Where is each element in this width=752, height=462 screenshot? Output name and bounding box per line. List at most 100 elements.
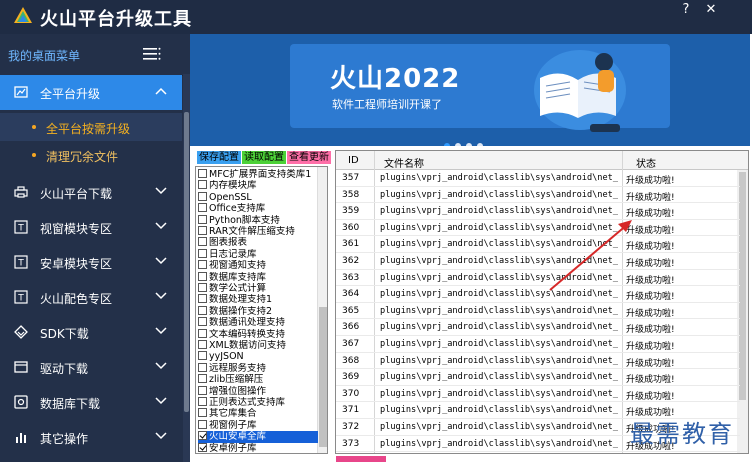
checkbox[interactable] xyxy=(198,362,207,372)
checkbox[interactable] xyxy=(198,237,207,247)
checklist-item[interactable]: 数据通讯处理支持 xyxy=(198,317,318,329)
checkbox[interactable] xyxy=(198,328,207,338)
checklist-item[interactable]: 数据库支持库 xyxy=(198,271,318,284)
checkbox[interactable] xyxy=(198,408,207,418)
sidebar-item-platform-download[interactable]: 火山平台下载 xyxy=(0,175,182,210)
sidebar-scroll-thumb[interactable] xyxy=(184,112,189,412)
table-row[interactable]: 366 plugins\vprj_android\classlib\sys\and… xyxy=(336,319,740,336)
checklist-item[interactable]: 图表报表 xyxy=(198,237,318,249)
table-row[interactable]: 363 plugins\vprj_android\classlib\sys\and… xyxy=(336,270,740,287)
sidebar-item-color-schemes[interactable]: T 火山配色专区 xyxy=(0,280,182,315)
carousel-dot[interactable] xyxy=(444,143,450,146)
table-row[interactable]: 362 plugins\vprj_android\classlib\sys\and… xyxy=(336,253,740,270)
sidebar-sub-item-clean-files[interactable]: 清理冗余文件 xyxy=(0,141,182,169)
checklist-item-label: 其它库集合 xyxy=(209,408,257,420)
checkbox[interactable] xyxy=(198,419,207,429)
checklist-item[interactable]: OpenSSL xyxy=(198,191,318,204)
checklist-item[interactable]: 数据操作支持2 xyxy=(198,305,318,318)
checkbox[interactable] xyxy=(198,294,207,304)
table-row[interactable]: 357 plugins\vprj_android\classlib\sys\and… xyxy=(336,170,740,187)
checklist-item[interactable]: XML数据访问支持 xyxy=(198,340,318,352)
checklist-scroll-thumb[interactable] xyxy=(319,307,327,447)
cell-file: plugins\vprj_android\classlib\sys\androi… xyxy=(380,289,618,300)
checkbox[interactable] xyxy=(198,260,207,270)
checklist-scrollbar[interactable] xyxy=(317,167,327,453)
checklist-item[interactable]: 安卓例子库 xyxy=(198,442,318,453)
table-row[interactable]: 368 plugins\vprj_android\classlib\sys\and… xyxy=(336,353,740,370)
column-header-file[interactable]: 文件名称 xyxy=(384,155,424,170)
load-config-button[interactable]: 读取配置 xyxy=(242,151,286,164)
checkbox[interactable] xyxy=(198,340,207,349)
sidebar-item-label: 全平台升级 xyxy=(40,87,101,101)
table-row[interactable]: 364 plugins\vprj_android\classlib\sys\and… xyxy=(336,286,740,303)
table-row[interactable]: 369 plugins\vprj_android\classlib\sys\and… xyxy=(336,369,740,386)
sidebar-item-driver-download[interactable]: 驱动下载 xyxy=(0,350,182,385)
check-update-button[interactable]: 查看更新 xyxy=(287,151,331,164)
checkbox[interactable] xyxy=(198,374,207,384)
save-config-button[interactable]: 保存配置 xyxy=(197,151,241,164)
checklist-item[interactable]: 远程服务支持 xyxy=(198,362,318,375)
checkbox[interactable] xyxy=(198,169,207,178)
checkbox[interactable] xyxy=(198,442,207,452)
column-header-id[interactable]: ID xyxy=(348,155,359,166)
checklist-item-label: zlib压缩解压 xyxy=(209,374,264,386)
checklist-item-label: 文本编码转换支持 xyxy=(209,328,286,340)
checkbox[interactable] xyxy=(198,203,207,213)
checklist-item[interactable]: Office支持库 xyxy=(198,203,318,215)
checklist-item[interactable]: zlib压缩解压 xyxy=(198,374,318,386)
checkbox[interactable] xyxy=(198,305,207,315)
table-row[interactable]: 367 plugins\vprj_android\classlib\sys\and… xyxy=(336,336,740,353)
table-row[interactable]: 370 plugins\vprj_android\classlib\sys\and… xyxy=(336,386,740,403)
checkbox[interactable] xyxy=(198,283,207,292)
checkbox[interactable] xyxy=(198,180,207,190)
checkbox[interactable] xyxy=(198,431,207,441)
column-header-status[interactable]: 状态 xyxy=(636,155,656,170)
checklist-item[interactable]: 视窗例子库 xyxy=(198,419,318,432)
checkbox[interactable] xyxy=(198,214,207,224)
sidebar-item-platform-upgrade[interactable]: 全平台升级 xyxy=(0,75,182,110)
checklist-item[interactable]: yyJSON xyxy=(198,351,318,363)
sidebar-item-windows-modules[interactable]: T 视窗模块专区 xyxy=(0,210,182,245)
sidebar-item-other-operations[interactable]: 其它操作 xyxy=(0,420,182,455)
checklist-item[interactable]: 数学公式计算 xyxy=(198,283,318,295)
checkbox[interactable] xyxy=(198,397,207,406)
checklist-item[interactable]: Python脚本支持 xyxy=(198,214,318,227)
checklist-item[interactable]: 其它库集合 xyxy=(198,408,318,420)
table-row[interactable]: 359 plugins\vprj_android\classlib\sys\and… xyxy=(336,203,740,220)
checkbox[interactable] xyxy=(198,271,207,281)
carousel-dot[interactable] xyxy=(466,143,472,146)
hamburger-icon[interactable] xyxy=(143,46,161,62)
help-button[interactable]: ? xyxy=(675,0,697,20)
checklist-item[interactable]: 正则表达式支持库 xyxy=(198,397,318,409)
table-scroll-thumb[interactable] xyxy=(739,172,746,400)
checkbox[interactable] xyxy=(198,226,207,235)
sidebar-item-database-download[interactable]: 数据库下载 xyxy=(0,385,182,420)
sidebar-item-android-modules[interactable]: T 安卓模块专区 xyxy=(0,245,182,280)
checklist-item[interactable]: 文本编码转换支持 xyxy=(198,328,318,341)
checkbox[interactable] xyxy=(198,248,207,258)
checklist-item[interactable]: 日志记录库 xyxy=(198,248,318,261)
sidebar-scrollbar[interactable] xyxy=(183,74,190,462)
sidebar-sub-item-on-demand-upgrade[interactable]: 全平台按需升级 xyxy=(0,113,182,141)
checklist-item[interactable]: 视窗通知支持 xyxy=(198,260,318,272)
promo-banner[interactable]: 火山2022 软件工程师培训开课了 xyxy=(190,34,750,146)
checkbox[interactable] xyxy=(198,385,207,395)
checkbox[interactable] xyxy=(198,317,207,327)
carousel-dot[interactable] xyxy=(477,143,483,146)
table-row[interactable]: 361 plugins\vprj_android\classlib\sys\and… xyxy=(336,236,740,253)
checklist-item[interactable]: 火山安卓全库 xyxy=(198,431,318,443)
checkbox[interactable] xyxy=(198,191,207,201)
checklist-item[interactable]: 数据处理支持1 xyxy=(198,294,318,306)
checkbox[interactable] xyxy=(198,351,207,361)
close-button[interactable]: ✕ xyxy=(700,0,722,20)
table-row[interactable]: 360 plugins\vprj_android\classlib\sys\and… xyxy=(336,220,740,237)
sidebar-item-sdk-download[interactable]: SDK下载 xyxy=(0,315,182,350)
checklist-item[interactable]: 增强位图操作 xyxy=(198,385,318,398)
checklist-item[interactable]: 内存模块库 xyxy=(198,180,318,192)
table-row[interactable]: 358 plugins\vprj_android\classlib\sys\and… xyxy=(336,187,740,204)
cell-status: 升级成功啦! xyxy=(626,275,675,286)
table-row[interactable]: 365 plugins\vprj_android\classlib\sys\and… xyxy=(336,303,740,320)
carousel-dot[interactable] xyxy=(455,143,461,146)
checklist-item[interactable]: MFC扩展界面支持类库1 xyxy=(198,169,318,181)
checklist-item[interactable]: RAR文件解压缩支持 xyxy=(198,226,318,238)
